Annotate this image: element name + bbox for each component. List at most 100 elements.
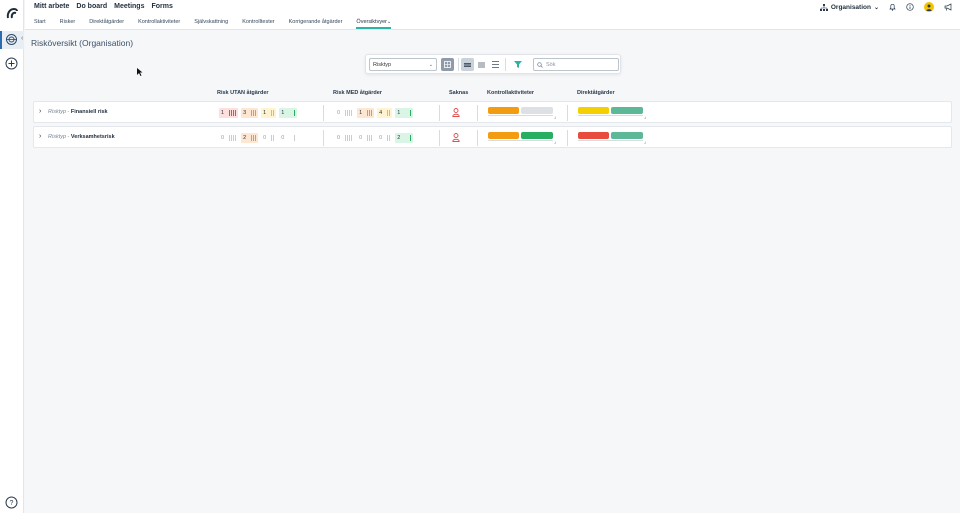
tab-start[interactable]: Start [34,19,46,29]
risk-count: 0 [263,135,267,141]
table-icon [444,61,451,68]
add-icon[interactable] [5,57,18,70]
risk-count: 0 [281,135,285,141]
organisation-selector[interactable]: Organisation ⌄ [819,3,879,11]
list-view-button[interactable] [475,58,488,71]
bars-3-icon [367,110,373,116]
risk-cell-medium[interactable]: 1 [261,108,277,118]
avatar[interactable] [924,2,934,12]
page-title: Risköversikt (Organisation) [31,38,134,48]
risk-count: 4 [379,110,383,116]
divider [578,140,643,141]
chevron-down-icon: ⌄ [873,4,879,11]
nav-forms[interactable]: Forms [151,3,172,10]
risk-med-cells: 0 1 4 1 [335,108,416,118]
risk-cell-low[interactable]: 2 [395,133,414,143]
risk-cell-low[interactable]: 0 [279,133,297,143]
bars-3-icon [251,110,257,116]
nav-do-board[interactable]: Do board [76,3,107,10]
left-rail: ‹ ? [0,0,24,513]
user-icon [926,4,932,11]
grid-view-button[interactable] [441,58,454,71]
person-icon[interactable] [452,108,460,117]
risk-module-icon [6,34,17,45]
kontroll-status-bar[interactable] [521,132,553,139]
risk-cell-high[interactable]: 0 [219,133,238,143]
kontroll-status-bar[interactable] [488,132,519,139]
risk-cell-high[interactable]: 1 [219,108,239,118]
bars-2-icon [387,135,391,141]
risk-cell-medium-high[interactable]: 1 [357,108,375,118]
divider [439,130,440,146]
risk-cell-medium[interactable]: 0 [261,133,276,143]
group-by-select[interactable]: Risktyp ⌄ [369,58,437,71]
risk-cell-medium-high[interactable]: 2 [241,133,259,143]
row-prefix: Risktyp [48,134,67,140]
table-row[interactable]: › Risktyp - Finansiell risk 1 3 1 1 0 1 … [33,101,952,123]
direkt-status-bar[interactable] [611,107,643,114]
chevron-down-icon: ⌄ [428,62,433,68]
risk-cell-low[interactable]: 1 [279,108,298,118]
nav-mitt-arbete[interactable]: Mitt arbete [34,3,69,10]
bars-4-icon [345,135,353,141]
tab-kontrollaktiviteter[interactable]: Kontrollaktiviteter [138,19,180,29]
risk-count: 0 [337,110,341,116]
megaphone-icon[interactable] [944,3,952,11]
tab-korrigerande-atgarder[interactable]: Korrigerande åtgärder [289,19,343,29]
chevron-left-icon: ‹ [21,35,24,42]
divider [323,130,324,146]
row-prefix: Risktyp [48,109,67,115]
risk-cell-low[interactable]: 1 [395,108,414,118]
bars-1-icon [410,135,412,141]
risk-count: 2 [397,135,401,141]
resize-handle-icon: ⌟ [554,139,557,145]
sub-nav: Start Risker Direktåtgärder Kontrollakti… [25,16,960,30]
tab-sjalvskattning[interactable]: Självskattning [194,19,228,29]
chevron-right-icon[interactable]: › [39,108,41,115]
chevron-right-icon[interactable]: › [39,133,41,140]
chevron-down-icon: ⌄ [386,19,392,25]
info-icon[interactable] [906,3,914,11]
risk-cell-medium[interactable]: 0 [377,133,392,143]
tab-kontrolltester[interactable]: Kontrolltester [242,19,274,29]
direkt-status-bar[interactable] [611,132,643,139]
divider [567,105,568,121]
column-header-saknas: Saknas [449,90,469,96]
help-icon[interactable]: ? [5,496,18,509]
divider [578,115,643,116]
filter-button[interactable] [511,58,524,71]
organisation-label: Organisation [830,3,871,11]
expanded-list-view-button[interactable] [489,58,502,71]
kontroll-status-bar[interactable] [521,107,553,114]
compact-view-button[interactable] [461,58,474,71]
person-icon[interactable] [452,133,460,142]
direkt-status-bar[interactable] [578,132,609,139]
tab-oversiktvyer[interactable]: Översiktvyer⌄ [356,19,392,29]
tab-list: Start Risker Direktåtgärder Kontrollakti… [34,19,405,29]
kontroll-status-bar[interactable] [488,107,519,114]
divider [439,105,440,121]
risk-cell-medium-high[interactable]: 0 [357,133,374,143]
tab-direktatgarder[interactable]: Direktåtgärder [89,19,124,29]
column-header-risk-utan: Risk UTAN åtgärder [217,90,269,96]
divider [477,130,478,146]
risk-cell-medium[interactable]: 4 [377,108,393,118]
search-input[interactable]: Sök [533,58,619,71]
search-icon [537,62,543,68]
bars-1-icon [410,110,412,116]
table-row[interactable]: › Risktyp - Verksamhetsrisk 0 2 0 0 0 0 … [33,126,952,148]
tab-risker[interactable]: Risker [60,19,76,29]
top-bar: Mitt arbete Do board Meetings Forms Orga… [25,0,960,16]
risk-cell-high[interactable]: 0 [335,133,354,143]
risk-utan-cells: 0 2 0 0 [219,133,300,143]
direkt-status-bar[interactable] [578,107,609,114]
module-switcher[interactable]: ‹ [0,31,24,49]
bars-2-icon [271,135,275,141]
bell-icon[interactable] [889,3,896,11]
nav-meetings[interactable]: Meetings [114,3,144,10]
risk-cell-high[interactable]: 0 [335,108,354,118]
column-header-kontrollaktiviteter: Kontrollaktiviteter [487,90,535,96]
risk-cell-medium-high[interactable]: 3 [241,108,259,118]
org-chart-icon [819,3,828,11]
app-logo-icon[interactable] [5,7,19,21]
